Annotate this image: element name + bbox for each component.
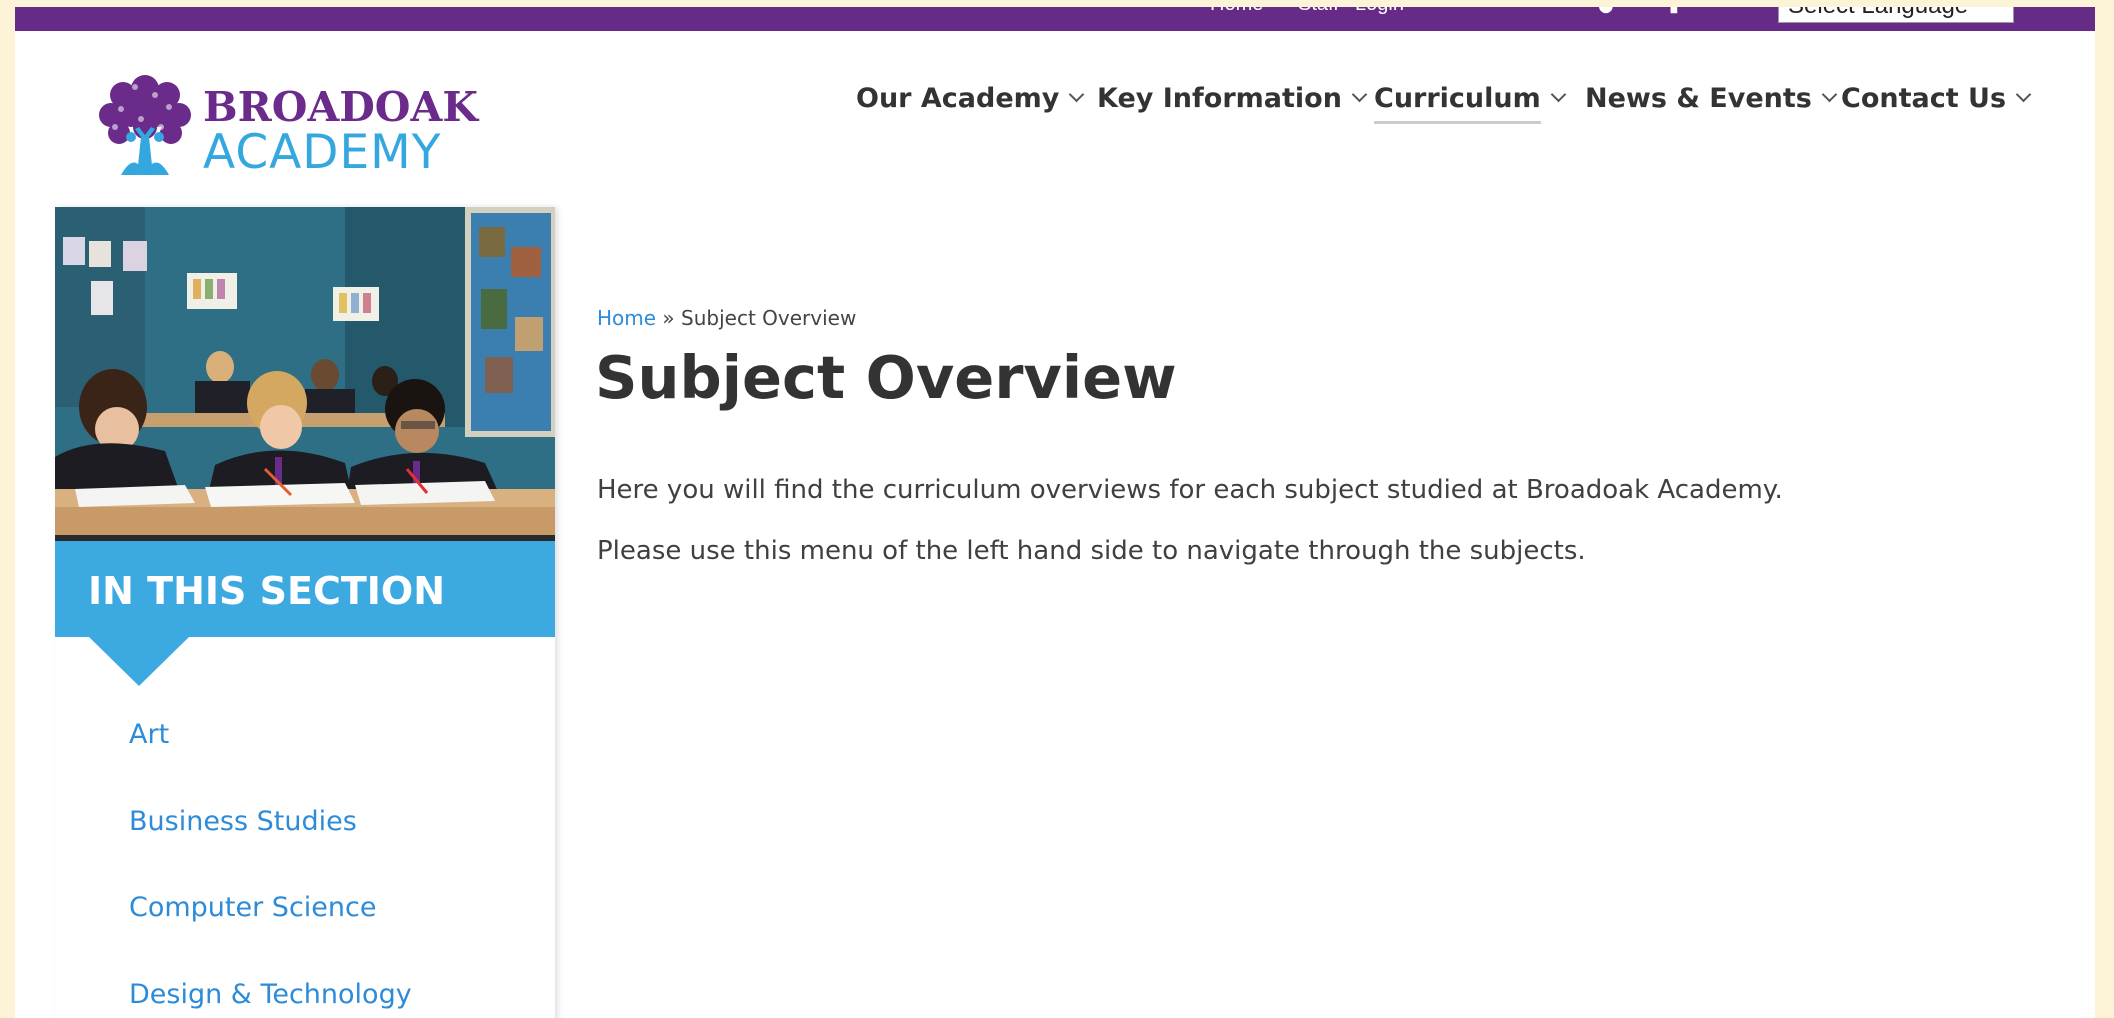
chevron-down-icon: [1351, 86, 1368, 103]
nav-label: News & Events: [1585, 83, 1812, 114]
chevron-down-icon: [1069, 86, 1085, 103]
sidebar: IN THIS SECTION Art Business Studies Com…: [55, 207, 555, 1018]
search-icon[interactable]: ●: [1598, 7, 1614, 16]
classroom-photo: [55, 207, 555, 541]
section-header: IN THIS SECTION: [55, 541, 555, 637]
nav-curriculum[interactable]: Curriculum: [1374, 83, 1567, 124]
topbar-link-staff[interactable]: Staff: [1298, 7, 1339, 16]
sidebar-item-computer-science[interactable]: Computer Science: [129, 892, 376, 923]
top-utility-bar: Home Staff Login ● ▮ Select Language: [15, 7, 2095, 31]
nav-our-academy[interactable]: Our Academy: [856, 83, 1085, 114]
sidebar-item-business-studies[interactable]: Business Studies: [129, 806, 357, 837]
breadcrumb-current: Subject Overview: [681, 306, 857, 330]
language-select[interactable]: Select Language: [1778, 7, 2014, 23]
logo-text-academy: ACADEMY: [203, 125, 442, 180]
nav-key-information[interactable]: Key Information: [1097, 83, 1368, 114]
intro-paragraph: Here you will find the curriculum overvi…: [597, 475, 1783, 505]
site-logo[interactable]: BROADOAK ACADEMY: [91, 65, 478, 181]
topbar-link-login[interactable]: Login: [1355, 7, 1404, 16]
nav-label: Contact Us: [1841, 83, 2007, 114]
nav-label: Our Academy: [856, 83, 1060, 114]
nav-news-events[interactable]: News & Events: [1585, 83, 1838, 114]
breadcrumb: Home » Subject Overview: [597, 306, 856, 330]
breadcrumb-home-link[interactable]: Home: [597, 306, 656, 330]
nav-contact-us[interactable]: Contact Us: [1841, 83, 2032, 114]
breadcrumb-separator: »: [662, 306, 675, 330]
logo-text-broadoak: BROADOAK: [203, 83, 478, 131]
chevron-down-icon: [1821, 86, 1838, 103]
section-header-pointer: [89, 637, 189, 686]
page-title: Subject Overview: [595, 343, 1177, 412]
oak-tree-logo-icon: [99, 75, 191, 175]
chevron-down-icon: [2015, 86, 2032, 103]
page: Home Staff Login ● ▮ Select Language: [15, 7, 2095, 1018]
nav-label: Curriculum: [1374, 83, 1541, 124]
account-icon[interactable]: ▮: [1669, 7, 1679, 16]
topbar-link-home[interactable]: Home: [1210, 7, 1263, 16]
nav-label: Key Information: [1097, 83, 1342, 114]
sidebar-item-art[interactable]: Art: [129, 719, 169, 750]
section-title: IN THIS SECTION: [88, 569, 446, 613]
chevron-down-icon: [1550, 86, 1567, 103]
instruction-paragraph: Please use this menu of the left hand si…: [597, 536, 1586, 566]
sidebar-item-design-technology[interactable]: Design & Technology: [129, 979, 412, 1010]
